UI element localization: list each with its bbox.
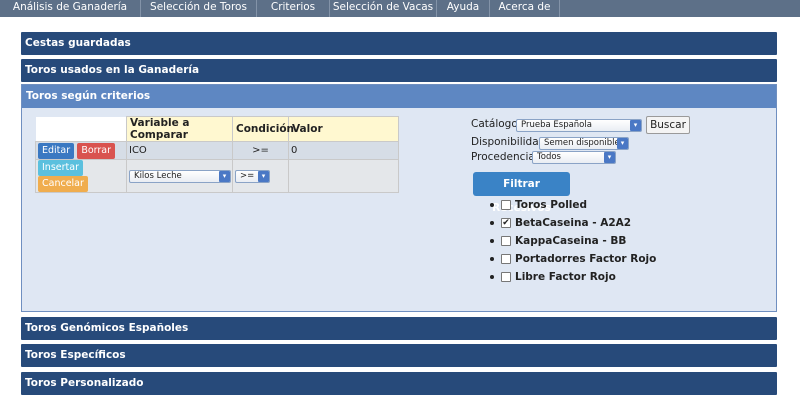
procedencia-select[interactable]: Todos ▾: [532, 151, 616, 164]
recesivo-checkbox[interactable]: [501, 236, 511, 246]
disponibilidad-select-value: Semen disponible: [544, 138, 620, 148]
list-item: Libre Factor Rojo: [490, 268, 656, 286]
filtrar-recesivos-button[interactable]: Filtrar Recesivos: [473, 172, 570, 214]
chevron-down-icon: ▾: [630, 120, 641, 131]
list-item: Toros Polled: [490, 196, 656, 214]
disponibilidad-select[interactable]: Semen disponible ▾: [539, 137, 629, 150]
chevron-down-icon: ▾: [258, 170, 269, 182]
insert-actions: Insertar Cancelar: [35, 159, 127, 193]
tab-analisis-ganaderia[interactable]: Análisis de Ganadería: [0, 0, 141, 17]
row-actions: Editar Borrar: [35, 141, 127, 160]
section-toros-segun-criterios[interactable]: Toros según criterios: [22, 85, 776, 108]
recesivo-label: BetaCaseina - A2A2: [515, 217, 632, 229]
header-valor: Valor: [288, 116, 399, 142]
bullet-icon: [490, 203, 494, 207]
insert-button[interactable]: Insertar: [38, 160, 83, 176]
recesivo-label: Toros Polled: [515, 199, 588, 211]
section-toros-personalizado[interactable]: Toros Personalizado: [21, 372, 777, 395]
cancel-button[interactable]: Cancelar: [38, 176, 88, 192]
procedencia-label: Procedencia: [471, 151, 535, 163]
recesivo-label: KappaCaseina - BB: [515, 235, 627, 247]
header-spacer: [35, 116, 127, 142]
check-icon: ✔: [502, 218, 510, 228]
table-row: Editar Borrar ICO >= 0: [35, 141, 399, 160]
catalogo-select-value: Prueba Española: [521, 120, 592, 130]
chevron-down-icon: ▾: [219, 170, 230, 182]
cell-valor: 0: [288, 141, 399, 160]
buscar-button[interactable]: Buscar: [646, 116, 690, 134]
header-condicion: Condición: [232, 116, 294, 142]
procedencia-select-value: Todos: [537, 152, 561, 162]
bullet-icon: [490, 239, 494, 243]
section-toros-genomicos[interactable]: Toros Genómicos Españoles: [21, 317, 777, 340]
condition-select-value: >=: [240, 170, 255, 181]
recesivo-label: Portadorres Factor Rojo: [515, 253, 657, 265]
disponibilidad-label: Disponibilidad: [471, 136, 546, 148]
criteria-panel: Toros según criterios Variable a Compara…: [21, 84, 777, 312]
tab-acerca-de[interactable]: Acerca de: [490, 0, 560, 17]
edit-button[interactable]: Editar: [38, 142, 75, 159]
chevron-down-icon: ▾: [604, 152, 615, 163]
cell-condicion: >=: [232, 141, 289, 160]
recesivo-label: Libre Factor Rojo: [515, 271, 616, 283]
chevron-down-icon: ▾: [617, 138, 628, 149]
tab-seleccion-toros[interactable]: Selección de Toros: [141, 0, 257, 17]
variable-select-value: Kilos Leche: [134, 170, 182, 181]
tab-criterios[interactable]: Criterios: [257, 0, 330, 17]
tab-ayuda[interactable]: Ayuda: [437, 0, 490, 17]
criteria-header-row: Variable a Comparar Condición Valor: [35, 116, 399, 142]
bullet-icon: [490, 275, 494, 279]
cell-variable: ICO: [126, 141, 233, 160]
criteria-table: Variable a Comparar Condición Valor Edit…: [35, 116, 399, 193]
condition-select[interactable]: >= ▾: [235, 169, 270, 183]
section-toros-usados[interactable]: Toros usados en la Ganadería: [21, 59, 777, 82]
bullet-icon: [490, 221, 494, 225]
top-nav: Análisis de Ganadería Selección de Toros…: [0, 0, 800, 17]
catalogo-label: Catálogo: [471, 118, 518, 130]
new-criteria-row: Insertar Cancelar Kilos Leche ▾ >= ▾: [35, 159, 399, 193]
condition-cell: >= ▾: [232, 159, 289, 193]
variable-cell: Kilos Leche ▾: [126, 159, 233, 193]
recesivo-checkbox[interactable]: [501, 272, 511, 282]
delete-button[interactable]: Borrar: [77, 142, 116, 159]
header-variable: Variable a Comparar: [126, 116, 233, 142]
recesivo-checkbox[interactable]: [501, 200, 511, 210]
catalogo-select[interactable]: Prueba Española ▾: [516, 119, 642, 132]
value-input[interactable]: [288, 159, 399, 193]
list-item: KappaCaseina - BB: [490, 232, 656, 250]
bullet-icon: [490, 257, 494, 261]
list-item: Portadorres Factor Rojo: [490, 250, 656, 268]
tab-seleccion-vacas[interactable]: Selección de Vacas: [330, 0, 437, 17]
recesivo-checkbox[interactable]: [501, 254, 511, 264]
list-item: ✔ BetaCaseina - A2A2: [490, 214, 656, 232]
section-toros-especificos[interactable]: Toros Específicos: [21, 344, 777, 367]
recesivos-list: Toros Polled ✔ BetaCaseina - A2A2 KappaCase…: [490, 196, 656, 286]
recesivo-checkbox[interactable]: ✔: [501, 218, 511, 228]
section-cestas-guardadas[interactable]: Cestas guardadas: [21, 32, 777, 55]
variable-select[interactable]: Kilos Leche ▾: [129, 169, 231, 183]
